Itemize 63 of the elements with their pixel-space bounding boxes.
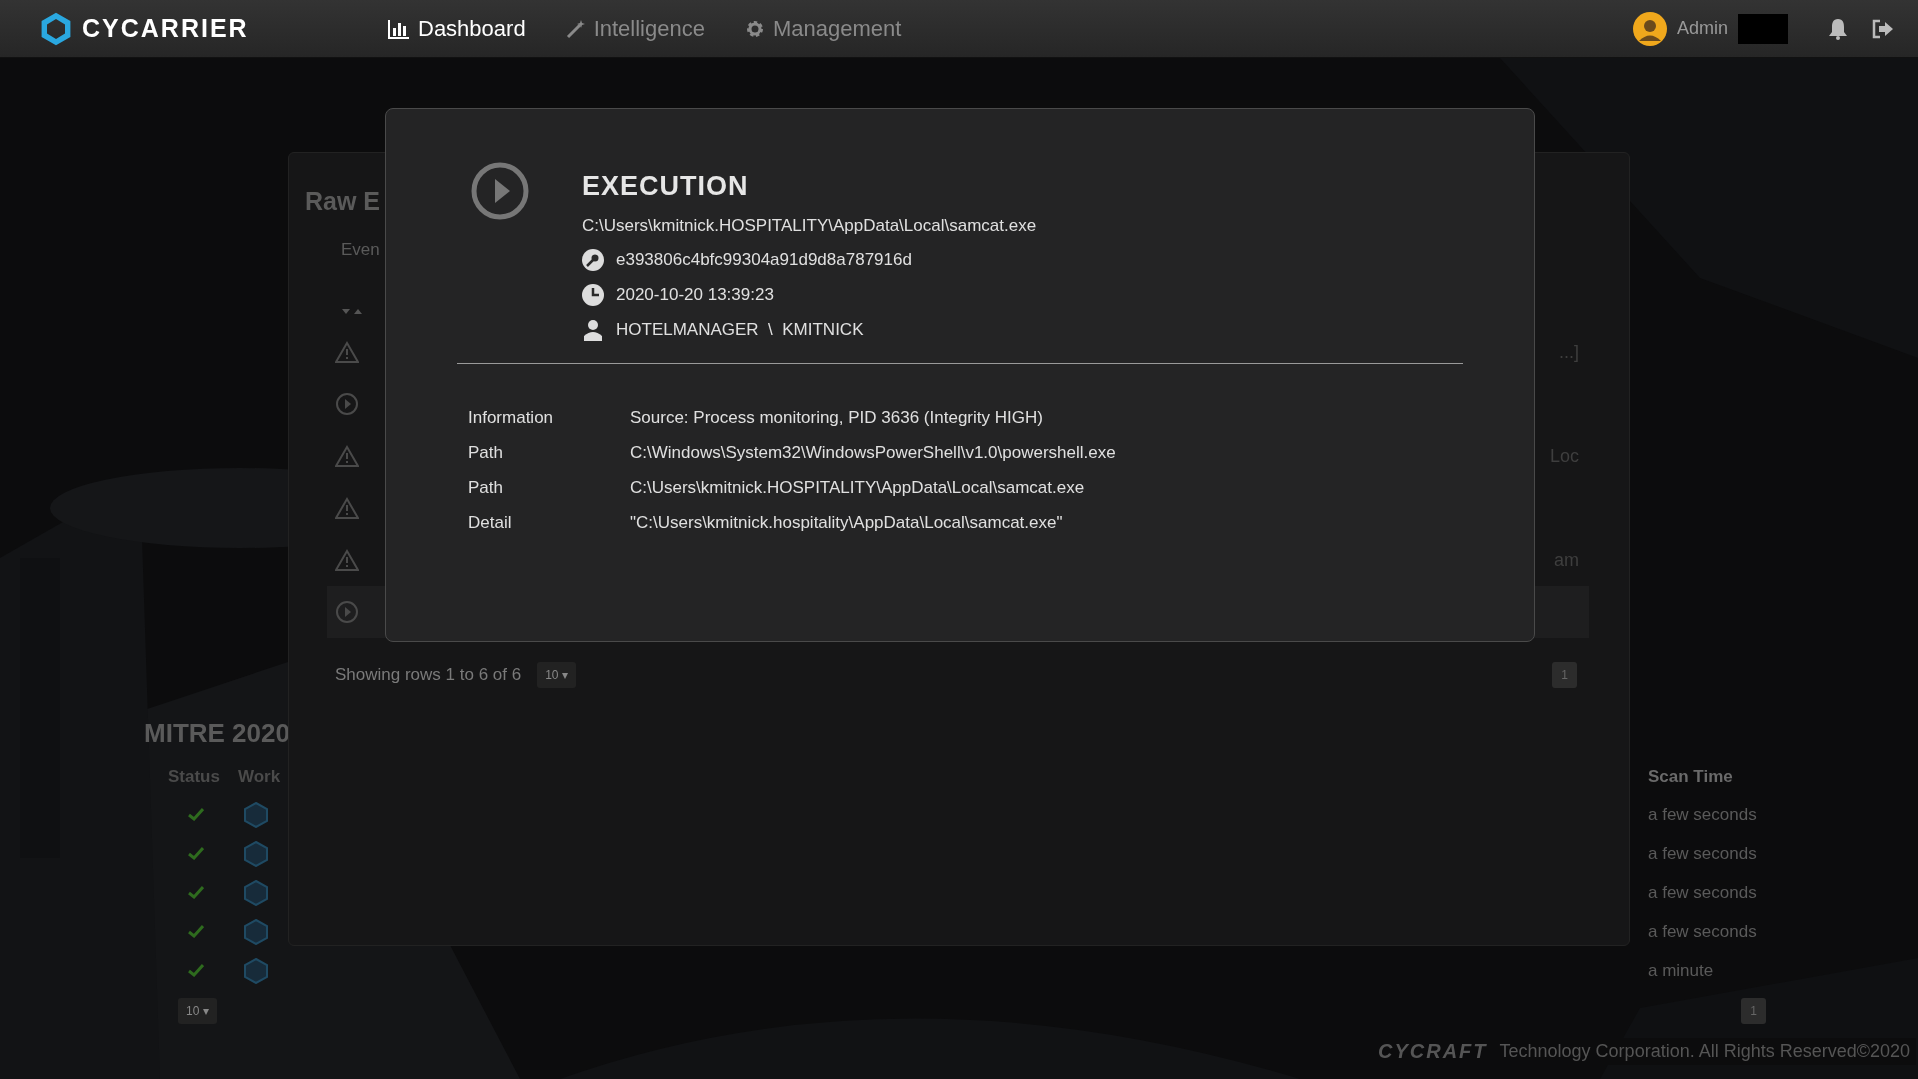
footer-logo: CYCRAFT [1378, 1040, 1488, 1063]
nav-tab[interactable]: Dashboard [388, 15, 526, 42]
hexagon-icon [244, 957, 268, 984]
table-cell-text: a few seconds [1648, 921, 1758, 942]
detail-value: "C:\Users\kmitnick.hospitality\AppData\Local\samcat.exe" [630, 513, 1064, 533]
nav-tab[interactable]: Intelligence [565, 15, 705, 42]
check-icon [188, 925, 204, 938]
warning-icon [335, 341, 359, 363]
wand-icon [565, 18, 586, 39]
play-icon [335, 392, 359, 416]
warning-icon [335, 497, 359, 519]
user-name[interactable]: Admin [1676, 18, 1728, 39]
nav-tab[interactable]: Management [744, 15, 902, 42]
detail-label: Detail [468, 513, 513, 533]
fact-text: 2020-10-20 13:39:23 [616, 285, 774, 305]
page-size-dropdown[interactable]: 10 ▾ [537, 662, 576, 688]
page-size-dropdown[interactable]: 10 ▾ [178, 998, 217, 1024]
table-cell: ...] [1559, 341, 1579, 363]
logout-icon[interactable] [1872, 18, 1894, 39]
rows-summary: Showing rows 1 to 6 of 6 [335, 665, 522, 685]
warning-icon [335, 549, 359, 571]
dialog-title: EXECUTION [582, 171, 750, 202]
copyright-text: Technology Corporation. All Rights Reserved©2020 [1499, 1041, 1911, 1062]
bar-chart-icon [388, 18, 410, 39]
filter-label: Even [341, 240, 380, 260]
detail-value: Source: Process monitoring, PID 3636 (Integrity HIGH) [630, 408, 1044, 428]
column-header: Scan Time [1648, 767, 1734, 788]
detail-label: Path [468, 443, 504, 463]
clock-icon [582, 284, 604, 306]
table-cell-text: a few seconds [1648, 882, 1758, 903]
fact-text: HOTELMANAGER \ KMITNICK [616, 320, 864, 340]
table-cell-text: a few seconds [1648, 804, 1758, 825]
check-icon [188, 886, 204, 899]
avatar-icon [1632, 11, 1667, 46]
key-icon [582, 249, 604, 271]
check-icon [188, 964, 204, 977]
panel-title: Raw E [305, 187, 381, 216]
hexagon-icon [244, 801, 268, 828]
table-cell-text: a few seconds [1648, 843, 1758, 864]
play-icon [470, 161, 530, 221]
bell-icon[interactable] [1828, 17, 1848, 40]
hexagon-icon [244, 879, 268, 906]
page-button[interactable]: 1 [1552, 662, 1577, 688]
brand-name: CYCARRIER [82, 14, 249, 43]
detail-value: C:\Windows\System32\WindowsPowerShell\v1.0\powershell.exe [630, 443, 1117, 463]
redaction-bar [1738, 13, 1788, 44]
table-cell-text: a minute [1648, 960, 1715, 981]
play-icon [335, 600, 359, 624]
hexagon-icon [244, 918, 268, 945]
detail-value: C:\Users\kmitnick.HOSPITALITY\AppData\Local\samcat.exe [630, 478, 1086, 498]
file-path: C:\Users\kmitnick.HOSPITALITY\AppData\Local\samcat.exe [582, 216, 1037, 236]
fact-text: e393806c4bfc99304a91d9d8a787916d [616, 250, 912, 270]
page-button[interactable]: 1 [1741, 998, 1766, 1024]
check-icon [188, 847, 204, 860]
user-icon [582, 319, 604, 341]
sort-icon[interactable] [341, 306, 363, 316]
detail-label: Information [468, 408, 555, 428]
check-icon [188, 808, 204, 821]
warning-icon [335, 445, 359, 467]
settings-icon [744, 18, 765, 39]
panel-title: MITRE 2020 [143, 718, 291, 749]
hexagon-icon [244, 840, 268, 867]
detail-label: Path [468, 478, 504, 498]
